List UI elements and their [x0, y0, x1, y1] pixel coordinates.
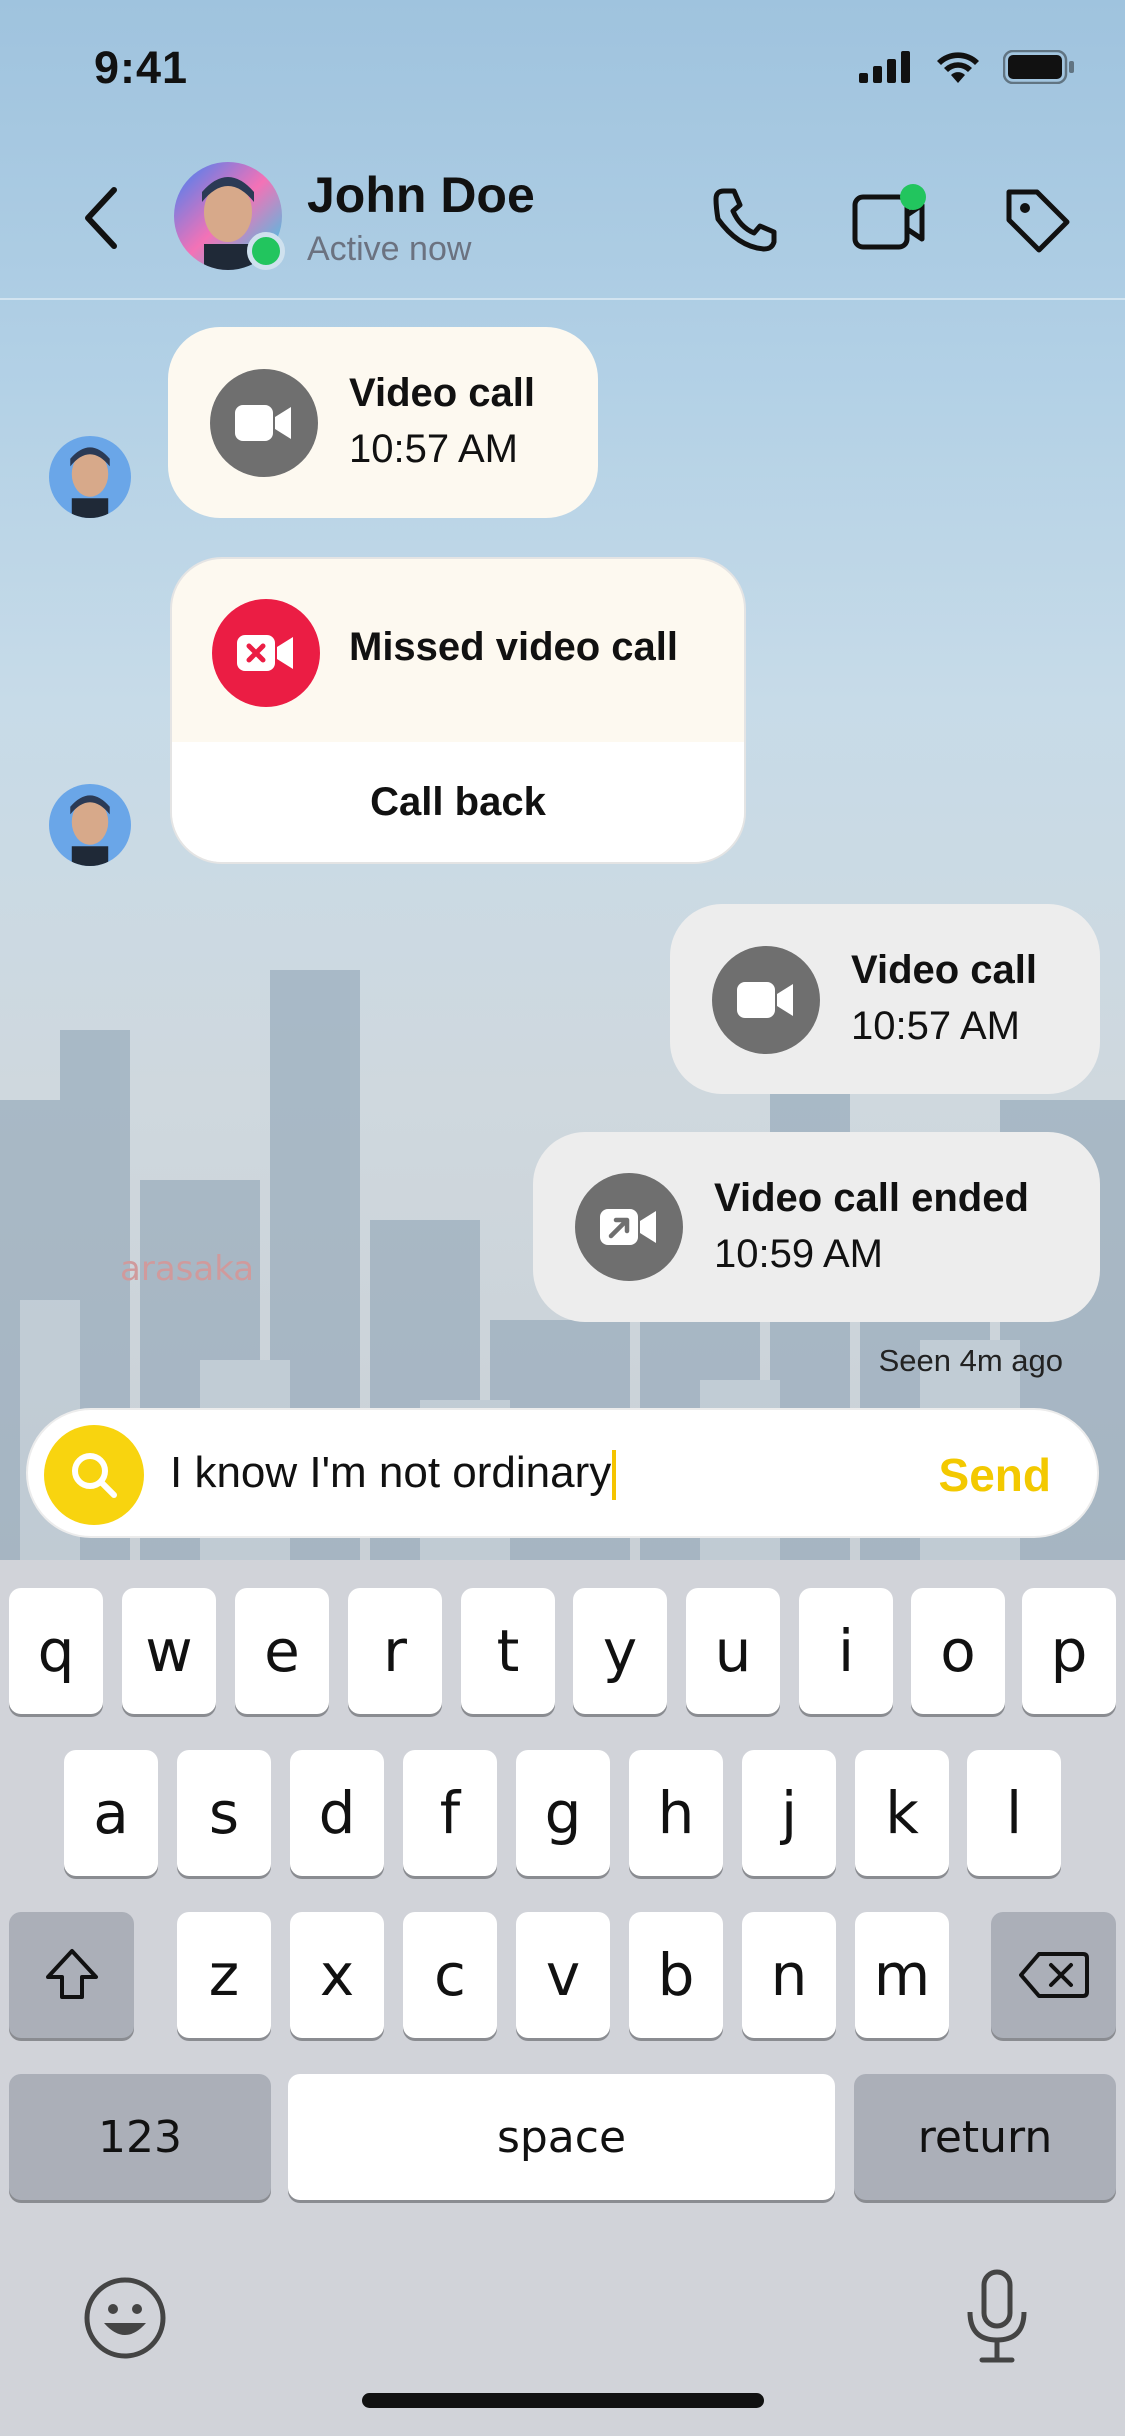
key-f[interactable]: f: [403, 1750, 497, 1876]
seen-receipt: Seen 4m ago: [878, 1343, 1063, 1378]
video-active-dot: [900, 184, 926, 210]
voice-call-button[interactable]: [705, 180, 785, 260]
key-e[interactable]: e: [235, 1588, 329, 1714]
key-k[interactable]: k: [855, 1750, 949, 1876]
wifi-icon: [937, 52, 979, 83]
video-call-button[interactable]: [850, 180, 930, 260]
call-title: Video call ended: [714, 1176, 1029, 1220]
key-n[interactable]: n: [742, 1912, 836, 2038]
key-t[interactable]: t: [461, 1588, 555, 1714]
backspace-icon: [1018, 1952, 1089, 1998]
call-ended-icon-circle: [575, 1173, 683, 1281]
key-u[interactable]: u: [686, 1588, 780, 1714]
chevron-left-icon: [85, 187, 117, 249]
tag-button[interactable]: [997, 180, 1077, 260]
key-a[interactable]: a: [64, 1750, 158, 1876]
message-bubble-incoming[interactable]: Video call 10:57 AM: [168, 327, 598, 518]
message-input-value: I know I'm not ordinary: [170, 1448, 612, 1497]
key-h[interactable]: h: [629, 1750, 723, 1876]
search-icon: [72, 1453, 117, 1498]
key-x[interactable]: x: [290, 1912, 384, 2038]
search-button[interactable]: [44, 1425, 144, 1525]
online-status-dot: [247, 232, 285, 270]
call-title: Video call: [349, 371, 536, 415]
home-indicator: [362, 2393, 764, 2408]
avatar-portrait-icon: [49, 436, 131, 518]
send-button[interactable]: Send: [939, 1448, 1051, 1502]
video-call-icon-circle: [210, 369, 318, 477]
key-r[interactable]: r: [348, 1588, 442, 1714]
delete-key[interactable]: [991, 1912, 1116, 2038]
key-d[interactable]: d: [290, 1750, 384, 1876]
video-camera-icon: [737, 982, 793, 1018]
call-time: 10:57 AM: [851, 1004, 1021, 1048]
call-time: 10:57 AM: [349, 427, 519, 471]
return-key[interactable]: return: [854, 2074, 1116, 2200]
key-p[interactable]: p: [1022, 1588, 1116, 1714]
key-g[interactable]: g: [516, 1750, 610, 1876]
key-v[interactable]: v: [516, 1912, 610, 2038]
shift-arrow-icon: [45, 1949, 98, 1999]
key-w[interactable]: w: [122, 1588, 216, 1714]
message-input[interactable]: I know I'm not ordinary: [170, 1448, 617, 1501]
key-z[interactable]: z: [177, 1912, 271, 2038]
key-i[interactable]: i: [799, 1588, 893, 1714]
phone-icon: [713, 188, 777, 252]
message-bubble-outgoing[interactable]: Video call ended 10:59 AM: [533, 1132, 1100, 1322]
status-time: 9:41: [94, 42, 189, 93]
key-s[interactable]: s: [177, 1750, 271, 1876]
video-call-ended-icon: [600, 1209, 656, 1245]
call-time: 10:59 AM: [714, 1232, 884, 1276]
status-icons: [859, 50, 1075, 84]
numbers-key[interactable]: 123: [9, 2074, 271, 2200]
key-j[interactable]: j: [742, 1750, 836, 1876]
message-bubble-outgoing[interactable]: Video call 10:57 AM: [670, 904, 1100, 1094]
missed-video-icon: [237, 635, 293, 671]
text-caret: [612, 1450, 617, 1501]
emoji-icon: [84, 2277, 166, 2359]
video-call-icon-circle: [712, 946, 820, 1054]
microphone-icon: [967, 2269, 1027, 2363]
contact-name[interactable]: John Doe: [307, 166, 535, 224]
key-b[interactable]: b: [629, 1912, 723, 2038]
emoji-button[interactable]: [82, 2275, 168, 2361]
key-c[interactable]: c: [403, 1912, 497, 2038]
keyboard: q w e r t y u i o p a s d f g h j k l z …: [0, 1560, 1125, 2436]
missed-call-card: Missed video call Call back: [170, 557, 746, 864]
missed-call-title: Missed video call: [349, 625, 679, 669]
cellular-signal-icon: [859, 51, 910, 83]
call-title: Video call: [851, 948, 1038, 992]
back-button[interactable]: [70, 178, 130, 258]
shift-key[interactable]: [9, 1912, 134, 2038]
avatar-portrait-icon: [49, 784, 131, 866]
contact-status: Active now: [307, 230, 472, 268]
key-m[interactable]: m: [855, 1912, 949, 2038]
battery-icon: [1003, 50, 1074, 84]
chat-header: John Doe Active now: [0, 140, 1125, 300]
missed-video-icon-circle: [212, 599, 320, 707]
video-camera-icon: [235, 405, 291, 441]
status-bar: 9:41: [0, 0, 1125, 140]
key-o[interactable]: o: [911, 1588, 1005, 1714]
sender-avatar[interactable]: [49, 784, 131, 866]
key-y[interactable]: y: [573, 1588, 667, 1714]
tag-icon: [1006, 189, 1070, 253]
dictation-button[interactable]: [962, 2268, 1032, 2366]
key-q[interactable]: q: [9, 1588, 103, 1714]
message-composer: I know I'm not ordinary Send: [26, 1408, 1099, 1538]
space-key[interactable]: space: [288, 2074, 835, 2200]
sender-avatar[interactable]: [49, 436, 131, 518]
key-l[interactable]: l: [967, 1750, 1061, 1876]
svg-text:arasaka: arasaka: [120, 1249, 254, 1289]
call-back-button[interactable]: Call back: [172, 742, 744, 862]
